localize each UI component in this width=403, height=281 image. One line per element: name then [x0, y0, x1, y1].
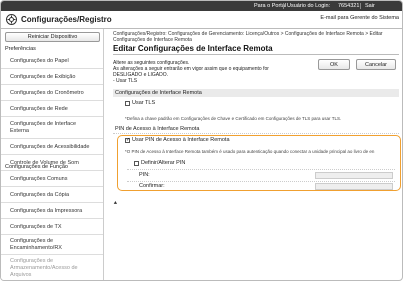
message-line: - Usar TLS [113, 78, 138, 84]
pin-input[interactable] [315, 172, 393, 179]
sidebar-item-label: Configurações de Acessibilidade [10, 144, 90, 150]
sidebar-item-tx[interactable]: Configurações de TX [1, 219, 103, 235]
portal-link[interactable]: Para o Portal [254, 3, 286, 9]
sidebar-item-label: Configurações da Impressora [10, 208, 83, 214]
sidebar-item-copy[interactable]: Configurações da Cópia [1, 187, 103, 203]
sidebar-item-paper[interactable]: Configurações do Papel [1, 53, 103, 69]
sidebar-item-printer[interactable]: Configurações da Impressora [1, 203, 103, 219]
sidebar-item-label: Configurações de Exibição [10, 74, 76, 80]
use-tls-label: Usar TLS [132, 100, 156, 106]
page-title: Editar Configurações de Interface Remota [113, 44, 273, 53]
app-window: Para o Portal Usuário do Login: 7654321 … [0, 0, 403, 281]
ok-button[interactable]: OK [318, 59, 350, 70]
pin-section-header: PIN de Acesso à Interface Remota [115, 126, 200, 132]
info-message: Altere as seguintes configurações. As al… [113, 60, 293, 84]
sidebar-item-label: Configurações da Cópia [10, 192, 70, 198]
login-user-value: 7654321 [338, 3, 360, 9]
admin-email-link[interactable]: E-mail para Gerente do Sistema [320, 15, 399, 21]
divider [113, 133, 399, 134]
sidebar-item-label: Configurações de Interface Externa [10, 121, 77, 134]
function-settings-heading: Configurações de Função [5, 164, 68, 170]
pin-label: PIN: [139, 172, 150, 178]
confirm-pin-input[interactable] [315, 183, 393, 190]
sidebar-item-label: Configurações Comuns [10, 176, 68, 182]
sidebar-item-file-access[interactable]: Configurações de Armazenamento/Acesso de… [1, 255, 103, 280]
pin-field-row: PIN: [119, 172, 393, 180]
remote-interface-section-header: Configurações de Interface Remota [113, 89, 399, 97]
sidebar-item-label: Configurações de TX [10, 224, 62, 230]
sidebar-item-label: Configurações de Encaminhamento/RX [10, 238, 62, 251]
divider [113, 54, 399, 55]
preferences-heading: Preferências [5, 46, 36, 52]
logout-link[interactable]: Sair [365, 3, 375, 9]
use-tls-checkbox[interactable] [125, 101, 130, 106]
app-title: Configurações/Registro [21, 15, 112, 24]
header: Configurações/Registro E-mail para Geren… [1, 11, 402, 29]
top-bar: Para o Portal Usuário do Login: 7654321 … [1, 1, 402, 11]
sidebar-item-label: Configurações de Armazenamento/Acesso de… [10, 258, 78, 278]
tls-note: *Defina a chave padrão em Configurações … [125, 116, 342, 121]
sidebar-item-forwarding-rx[interactable]: Configurações de Encaminhamento/RX [1, 235, 103, 255]
restart-device-button[interactable]: Reiniciar Dispositivo [5, 32, 100, 42]
back-to-top-icon[interactable]: ⯅ [113, 201, 118, 208]
sidebar: Reiniciar Dispositivo Preferências Confi… [1, 29, 104, 280]
sidebar-item-display[interactable]: Configurações de Exibição [1, 69, 103, 85]
confirm-label: Confirmar: [139, 183, 165, 189]
login-user-label: Usuário do Login: [287, 3, 331, 9]
sidebar-item-network[interactable]: Configurações de Rede [1, 101, 103, 117]
breadcrumb: Configurações/Registro: Configurações de… [113, 31, 383, 43]
sidebar-item-label: Configurações do Papel [10, 58, 69, 64]
sidebar-item-label: Configurações de Rede [10, 106, 68, 112]
divider [127, 169, 395, 170]
cancel-button[interactable]: Cancelar [356, 59, 396, 70]
divider [283, 3, 284, 9]
confirm-field-row: Confirmar: [119, 183, 393, 191]
divider [360, 3, 361, 9]
settings-logo-icon [6, 14, 17, 25]
sidebar-item-common[interactable]: Configurações Comuns [1, 171, 103, 187]
sidebar-item-accessibility[interactable]: Configurações de Acessibilidade [1, 139, 103, 155]
sidebar-item-timer[interactable]: Configurações do Cronômetro [1, 85, 103, 101]
sidebar-item-label: Configurações do Cronômetro [10, 90, 84, 96]
divider [127, 181, 395, 182]
sidebar-item-external-interface[interactable]: Configurações de Interface Externa [1, 117, 103, 139]
